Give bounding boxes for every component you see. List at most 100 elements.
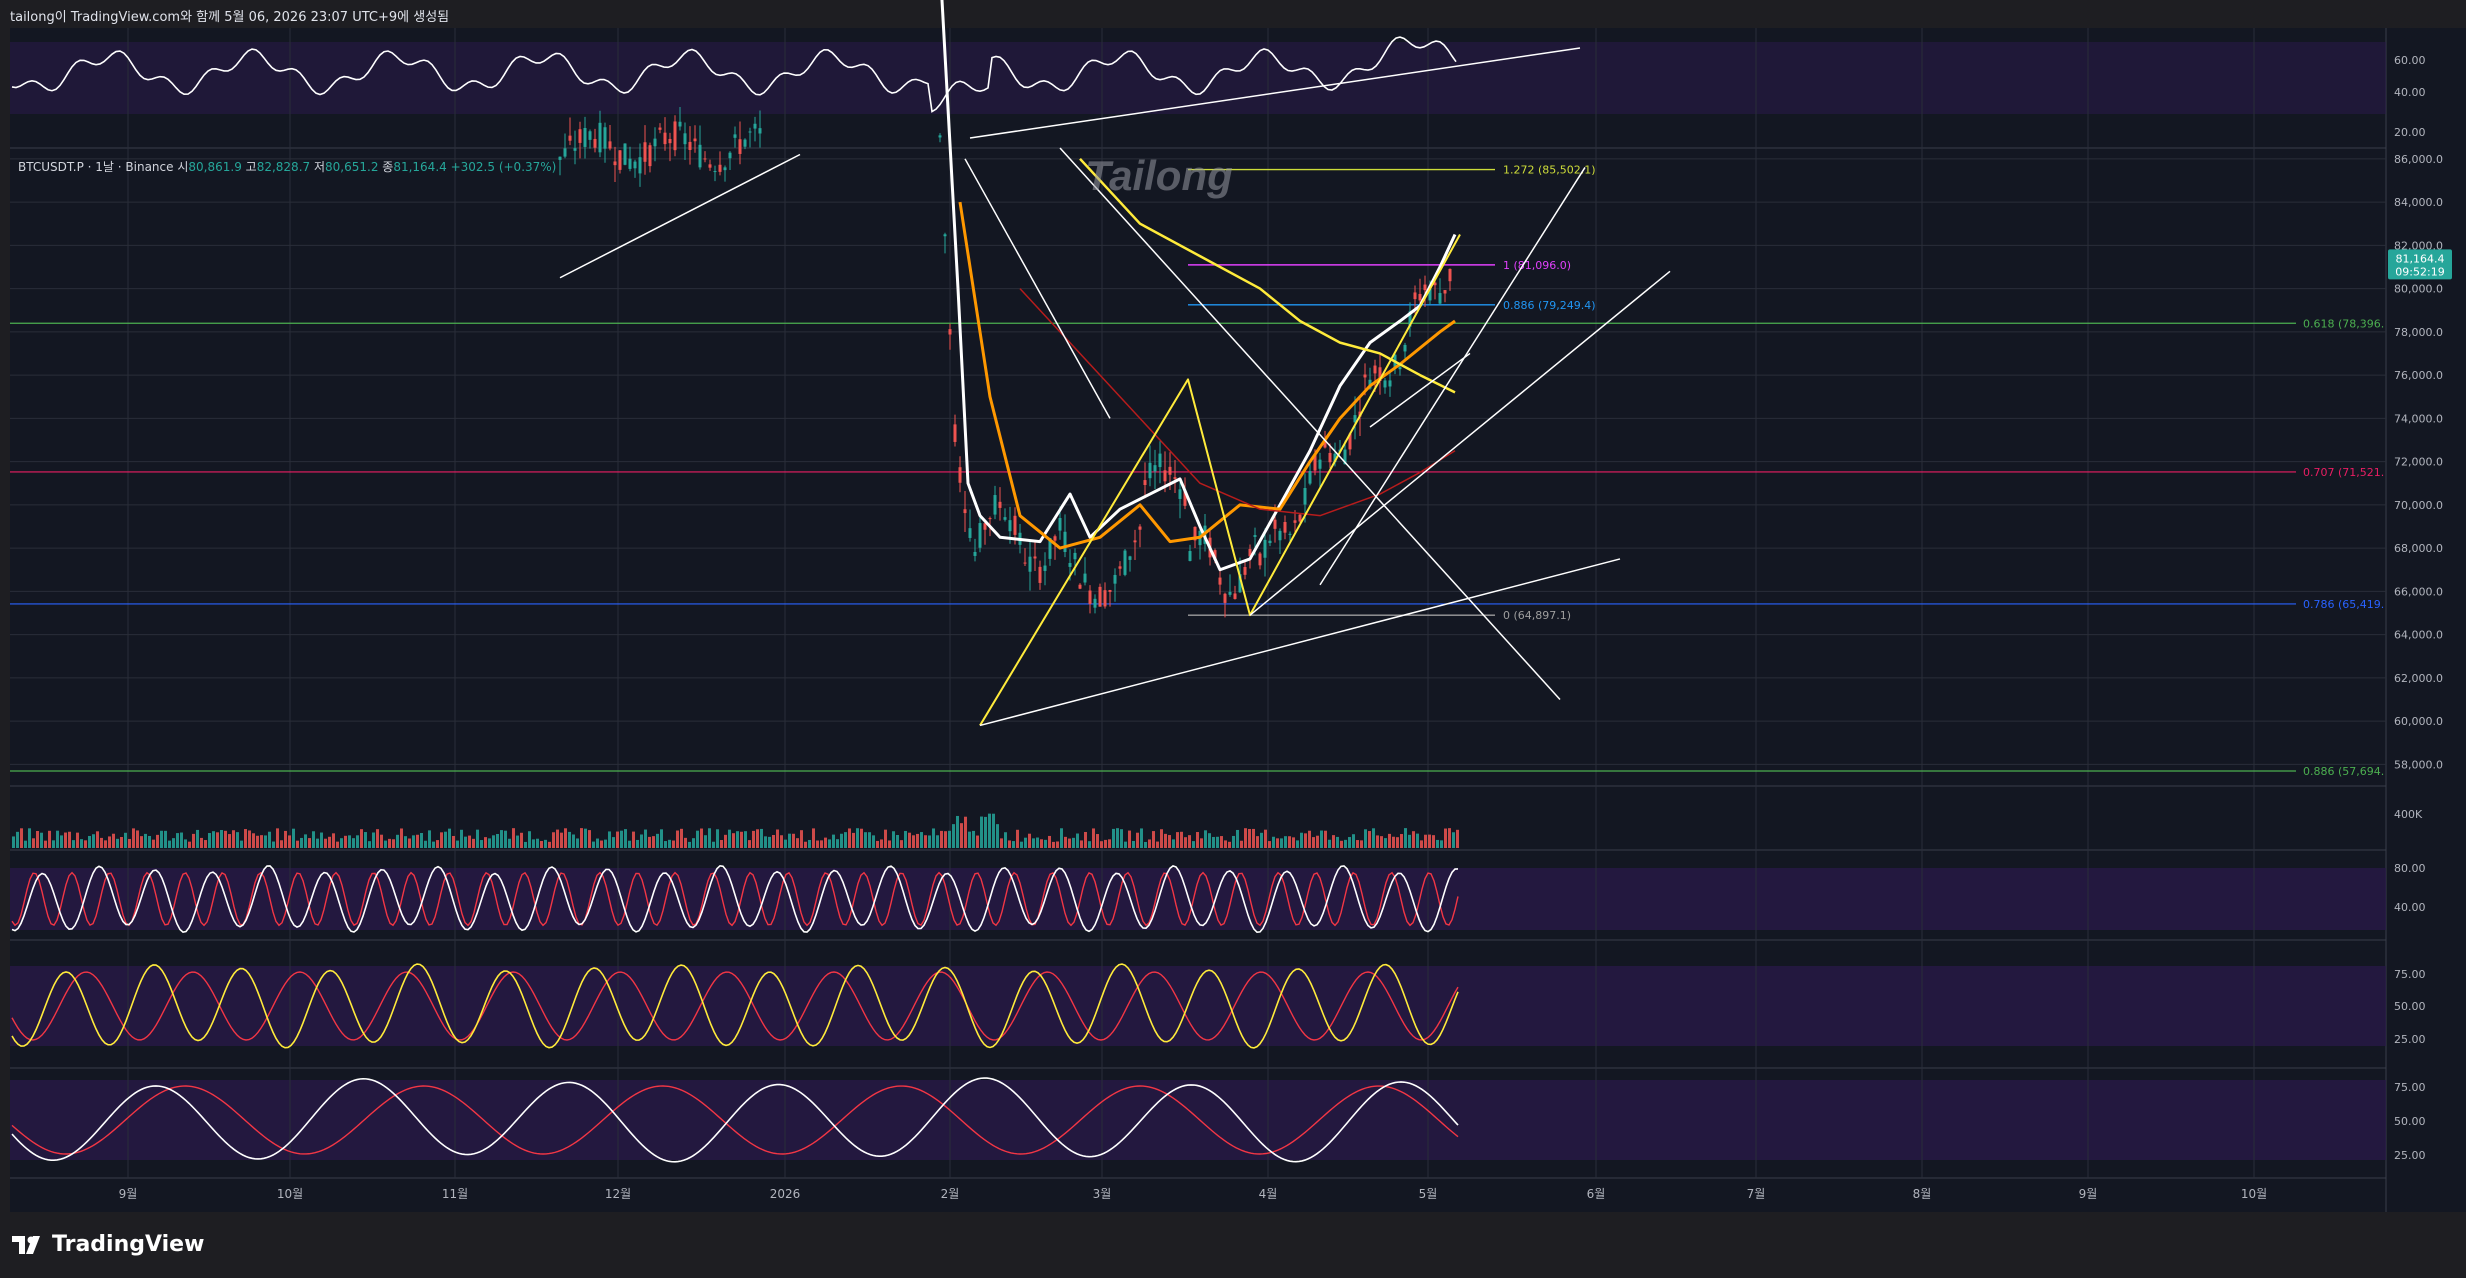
volume-bar [396, 834, 399, 848]
volume-bar [1024, 837, 1027, 848]
volume-bar [1344, 839, 1347, 848]
candle-body [648, 145, 652, 167]
volume-bar [1068, 838, 1071, 848]
volume-bar [1364, 829, 1367, 848]
volume-bar [544, 839, 547, 848]
volume-bar [920, 832, 923, 848]
candle-body [1083, 573, 1087, 583]
candle-body [1093, 598, 1097, 608]
fib-label-global: 0.707 (71,521. [2303, 466, 2384, 479]
symbol-name[interactable]: BTCUSDT.P · 1날 · Binance [18, 160, 174, 174]
x-tick-label: 3월 [1093, 1187, 1112, 1201]
candle-body [573, 148, 577, 151]
volume-bar [264, 835, 267, 848]
candle-body [1223, 593, 1227, 603]
volume-bar [1300, 832, 1303, 848]
volume-bar [980, 816, 983, 848]
top-indicator-tick: 20.00 [2394, 126, 2426, 139]
candle-body [1423, 284, 1427, 291]
volume-bar [660, 829, 663, 848]
volume-bar [1192, 841, 1195, 848]
volume-bar [48, 830, 51, 848]
volume-bar [916, 833, 919, 848]
volume-bar [940, 830, 943, 848]
candle-body [1388, 380, 1392, 387]
volume-bar [612, 837, 615, 848]
volume-bar [828, 839, 831, 848]
volume-bar [152, 839, 155, 848]
chart-canvas[interactable]: 0.618 (78,396. 0.707 (71,521. 0.786 (65,41… [0, 0, 2466, 1278]
volume-bar [756, 829, 759, 848]
volume-bar [1128, 830, 1131, 848]
volume-bar [1332, 835, 1335, 848]
volume-bar [92, 834, 95, 848]
volume-bar [116, 838, 119, 848]
volume-bar [1256, 836, 1259, 848]
volume-bar [1196, 832, 1199, 848]
volume-bar [1316, 835, 1319, 848]
volume-bar [1084, 831, 1087, 848]
price-tick-label: 72,000.0 [2394, 456, 2443, 469]
volume-bar [864, 832, 867, 848]
open-label: 시 [177, 160, 189, 174]
candle-body [733, 134, 737, 138]
candle-body [1088, 590, 1092, 604]
volume-bar [884, 829, 887, 848]
candle-body [1028, 556, 1032, 572]
volume-bar [580, 828, 583, 848]
volume-bar [1004, 832, 1007, 848]
volume-bar [68, 831, 71, 848]
volume-bar [992, 813, 995, 848]
volume-bar [120, 837, 123, 848]
volume-bar [1152, 831, 1155, 848]
volume-bar [148, 835, 151, 848]
candle-body [1253, 535, 1257, 537]
volume-bar [236, 832, 239, 848]
candle-body [668, 138, 672, 144]
volume-bar [500, 830, 503, 848]
candle-body [1143, 480, 1147, 485]
volume-bar [772, 834, 775, 848]
volume-bar [64, 832, 67, 848]
volume-bar [608, 831, 611, 848]
volume-bar [536, 838, 539, 848]
volume-bar [80, 839, 83, 848]
volume-bar [596, 838, 599, 848]
volume-bar [628, 840, 631, 848]
volume-bar [104, 840, 107, 848]
fib-label-local: 0 (64,897.1) [1503, 609, 1571, 622]
candle-body [738, 139, 742, 154]
candle-body [1173, 477, 1177, 479]
volume-bar [124, 832, 127, 848]
volume-bar [840, 833, 843, 848]
candle-body [1188, 551, 1192, 561]
volume-bar [1180, 831, 1183, 848]
volume-bar [1116, 828, 1119, 848]
volume-bar [1396, 837, 1399, 848]
volume-bar [1356, 840, 1359, 848]
volume-bar [196, 829, 199, 848]
volume-bar [712, 841, 715, 848]
volume-bar [728, 829, 731, 848]
volume-bar [260, 835, 263, 848]
volume-bar [244, 829, 247, 848]
volume-bar [868, 832, 871, 848]
tradingview-logo[interactable]: TradingView [12, 1232, 204, 1257]
candle-body [603, 127, 607, 149]
volume-bar [520, 832, 523, 848]
close-label: 종 [382, 160, 394, 174]
volume-bar [1032, 838, 1035, 848]
change-value: +302.5 (+0.37%) [450, 160, 557, 174]
candle-body [638, 157, 642, 174]
volume-bar [1040, 839, 1043, 848]
price-tick-label: 78,000.0 [2394, 326, 2443, 339]
candle-body [1133, 540, 1137, 543]
volume-bar [372, 832, 375, 848]
volume-bar [944, 831, 947, 848]
top-indicator-band [10, 42, 2386, 114]
volume-bar [316, 838, 319, 848]
candle-body [1413, 292, 1417, 300]
volume-bar [1156, 841, 1159, 848]
price-tick-label: 66,000.0 [2394, 585, 2443, 598]
candle-body [1078, 584, 1082, 589]
